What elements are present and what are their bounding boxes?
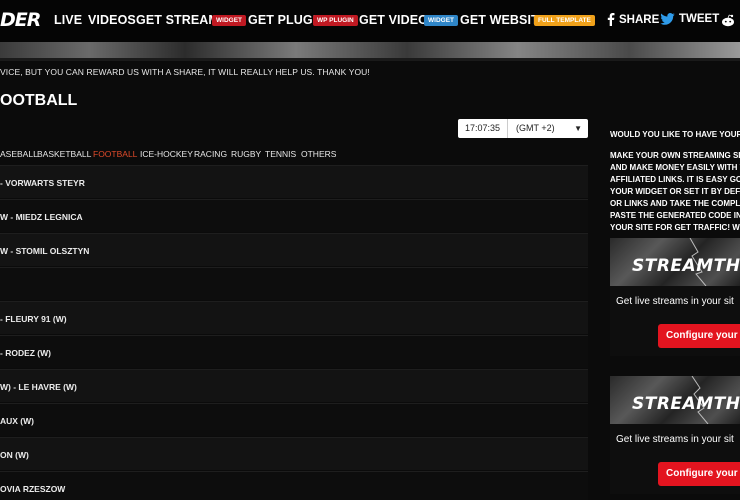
- twitter-tweet-button[interactable]: TWEET: [660, 13, 719, 25]
- match-teams: - VORWARTS STEYR: [0, 178, 85, 188]
- promo-sidebar: WOULD YOU LIKE TO HAVE YOUR OW MAKE YOUR…: [600, 118, 740, 500]
- top-navigation: DER LIVE VIDEOS GET STREAMS WIDGET GET P…: [0, 0, 740, 42]
- get-streams-badge: WIDGET: [212, 15, 246, 26]
- streamthunder-promo: STREAMTH Get live streams in your sit Co…: [610, 238, 740, 356]
- promo-subtitle: Get live streams in your sit: [616, 296, 734, 307]
- tab-football[interactable]: FOOTBALL: [93, 149, 137, 159]
- match-teams: OVIA RZESZOW: [0, 484, 66, 494]
- match-row[interactable]: [0, 267, 588, 300]
- site-logo[interactable]: DER: [0, 9, 41, 31]
- nav-live[interactable]: LIVE: [54, 13, 82, 27]
- get-videos-badge: WIDGET: [424, 15, 458, 26]
- tweet-label: TWEET: [679, 13, 720, 25]
- tab-others[interactable]: OTHERS: [301, 149, 336, 159]
- match-row[interactable]: - FLEURY 91 (W): [0, 301, 588, 334]
- sidebar-description: MAKE YOUR OWN STREAMING SITE AND MAKE MO…: [610, 150, 740, 234]
- tab-rugby[interactable]: RUGBY: [231, 149, 261, 159]
- tab-racing[interactable]: RACING: [194, 149, 227, 159]
- sidebar-text-line: PASTE THE GENERATED CODE IN YO: [610, 211, 740, 220]
- match-row[interactable]: W) - LE HAVRE (W): [0, 369, 588, 402]
- promo-banner-image: STREAMTH: [610, 376, 740, 424]
- chevron-down-icon: ▼: [574, 124, 582, 133]
- sidebar-text-line: OR LINKS AND TAKE THE COMPLETI: [610, 199, 740, 208]
- sidebar-text-line: AND MAKE MONEY EASILY WITH YO: [610, 163, 740, 172]
- match-teams: W) - LE HAVRE (W): [0, 382, 77, 392]
- match-row[interactable]: ON (W): [0, 437, 588, 470]
- promo-subtitle: Get live streams in your sit: [616, 434, 734, 445]
- sidebar-text-line: AFFILIATED LINKS. IT IS EASY GO TO: [610, 175, 740, 184]
- get-website-badge: FULL TEMPLATE: [534, 15, 595, 26]
- timezone-select[interactable]: (GMT +2) ▼: [508, 119, 588, 138]
- share-label: SHARE: [619, 13, 660, 26]
- tab-basketball[interactable]: BASKETBALL: [37, 149, 91, 159]
- streamthunder-promo: STREAMTH Get live streams in your sit Co…: [610, 376, 740, 494]
- page-title: OOTBALL: [0, 92, 78, 109]
- configure-widget-button[interactable]: Configure your: [658, 324, 740, 348]
- match-teams: W - MIEDZ LEGNICA: [0, 212, 83, 222]
- sidebar-text-line: YOUR WIDGET OR SET IT BY DEFAUL: [610, 187, 740, 196]
- nav-videos[interactable]: VIDEOS: [88, 13, 136, 27]
- clock-widget[interactable]: 17:07:35 (GMT +2) ▼: [458, 119, 588, 138]
- match-row[interactable]: W - MIEDZ LEGNICA: [0, 199, 588, 232]
- facebook-icon: [607, 13, 615, 26]
- match-teams: - RODEZ (W): [0, 348, 51, 358]
- match-teams: AUX (W): [0, 416, 34, 426]
- match-teams: ON (W): [0, 450, 29, 460]
- banner-divider: [0, 58, 740, 61]
- tab-ice-hockey[interactable]: ICE-HOCKEY: [140, 149, 193, 159]
- sidebar-text-line: MAKE YOUR OWN STREAMING SITE: [610, 151, 740, 160]
- facebook-share-button[interactable]: SHARE: [607, 13, 659, 26]
- sidebar-question: WOULD YOU LIKE TO HAVE YOUR OW: [610, 130, 740, 139]
- tab-tennis[interactable]: TENNIS: [265, 149, 296, 159]
- match-row[interactable]: W - STOMIL OLSZTYN: [0, 233, 588, 266]
- match-row[interactable]: OVIA RZESZOW: [0, 471, 588, 500]
- match-row[interactable]: - VORWARTS STEYR: [0, 165, 588, 198]
- reddit-icon[interactable]: [721, 14, 735, 27]
- sidebar-text-line: YOUR SITE FOR GET TRAFFIC! WE'LL: [610, 223, 740, 232]
- tab-baseball[interactable]: ASEBALL: [0, 149, 38, 159]
- match-row[interactable]: AUX (W): [0, 403, 588, 436]
- configure-widget-button[interactable]: Configure your: [658, 462, 740, 486]
- share-notice: VICE, BUT YOU CAN REWARD US WITH A SHARE…: [0, 67, 370, 77]
- header-banner-image: [0, 42, 740, 58]
- timezone-value: (GMT +2): [516, 123, 555, 133]
- promo-logo: STREAMTH: [632, 394, 740, 414]
- promo-logo: STREAMTH: [632, 256, 740, 276]
- match-teams: W - STOMIL OLSZTYN: [0, 246, 90, 256]
- promo-banner-image: STREAMTH: [610, 238, 740, 286]
- match-teams: - FLEURY 91 (W): [0, 314, 67, 324]
- twitter-icon: [660, 13, 675, 25]
- clock-time: 17:07:35: [458, 119, 508, 138]
- get-plugin-badge: WP PLUGIN: [313, 15, 358, 26]
- match-row[interactable]: - RODEZ (W): [0, 335, 588, 368]
